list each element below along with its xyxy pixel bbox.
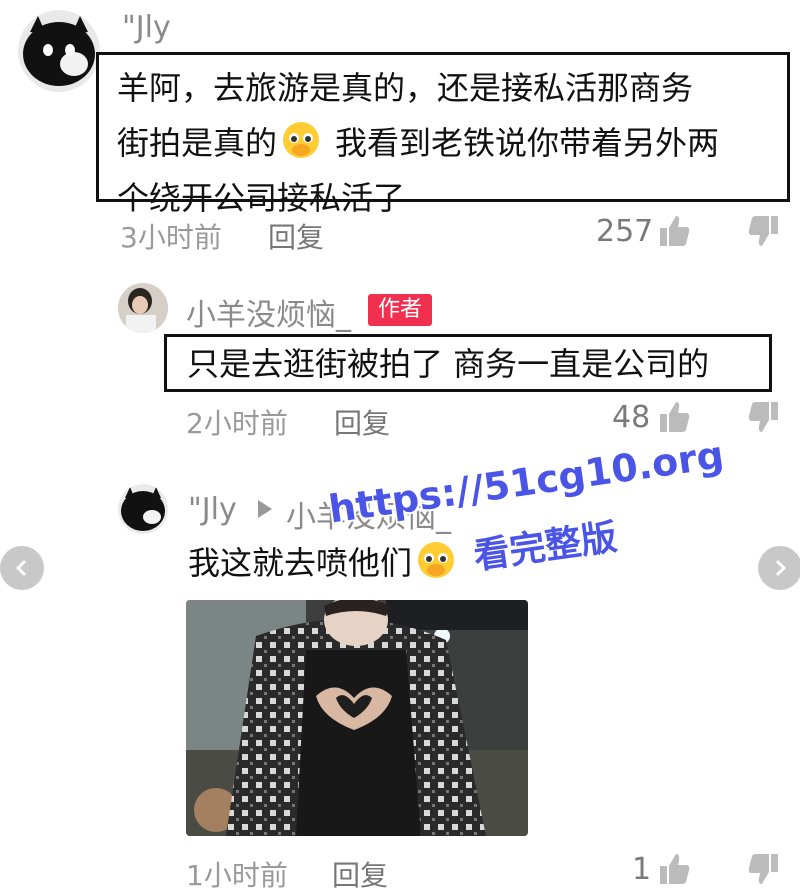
watermark-subtitle: 看完整版 [471, 516, 620, 578]
comment-time: 2小时前 [186, 407, 288, 440]
like-count: 257 [596, 214, 654, 249]
chevron-right-icon [775, 559, 787, 577]
comment-text-segment: 我这就去喷他们 [188, 544, 413, 582]
reply-button[interactable]: 回复 [332, 854, 388, 894]
pleading-face-emoji [416, 540, 456, 580]
play-arrow-icon [258, 500, 272, 518]
cat-avatar-icon [118, 484, 168, 534]
comment-time: 1小时前 [186, 859, 288, 892]
comment-text-segment: 街拍是真的 [117, 124, 278, 162]
comment-text-segment: 我看到老铁说你带着另外两 [335, 124, 720, 162]
reply-button[interactable]: 回复 [268, 216, 324, 256]
thumb-down-icon[interactable] [748, 852, 780, 886]
comment-username[interactable]: 小羊没烦恼_ [186, 290, 351, 334]
cat-avatar-icon [18, 10, 100, 92]
avatar[interactable] [118, 484, 168, 534]
thumb-down-icon[interactable] [748, 400, 780, 434]
comment-text-box: 羊阿，去旅游是真的，还是接私活那商务 街拍是真的 我看到老铁说你带着另外两 个绕开… [96, 52, 790, 217]
thumb-up-icon[interactable] [658, 214, 690, 248]
thumb-up-icon[interactable] [658, 400, 690, 434]
comment-text-box: 只是去逛街被拍了 商务一直是公司的 [164, 334, 772, 392]
comment-text-line: 街拍是真的 我看到老铁说你带着另外两 [117, 116, 719, 171]
comment-time: 3小时前 [120, 221, 222, 254]
attached-photo[interactable] [186, 600, 528, 836]
reply-button[interactable]: 回复 [334, 402, 390, 442]
comment-text: 我这就去喷他们 [188, 536, 460, 591]
chevron-left-icon [15, 559, 27, 577]
author-badge: 作者 [368, 294, 433, 326]
previous-button[interactable] [0, 546, 44, 590]
comment-text-line: 羊阿，去旅游是真的，还是接私活那商务 [117, 69, 694, 107]
avatar[interactable] [18, 10, 100, 92]
thumb-up-icon[interactable] [658, 852, 690, 886]
comment-username[interactable]: "Jly [122, 10, 171, 45]
pleading-face-emoji [281, 120, 321, 160]
comment-text: 只是去逛街被拍了 商务一直是公司的 [187, 345, 710, 383]
like-count: 1 [632, 852, 652, 887]
comment-username[interactable]: "Jly [188, 492, 237, 527]
like-count: 48 [612, 400, 651, 435]
avatar[interactable] [118, 283, 168, 333]
watermark-url: https://51cg10.org [326, 432, 727, 532]
thumb-down-icon[interactable] [748, 214, 780, 248]
user-photo-icon [118, 283, 168, 333]
next-button[interactable] [758, 546, 800, 590]
